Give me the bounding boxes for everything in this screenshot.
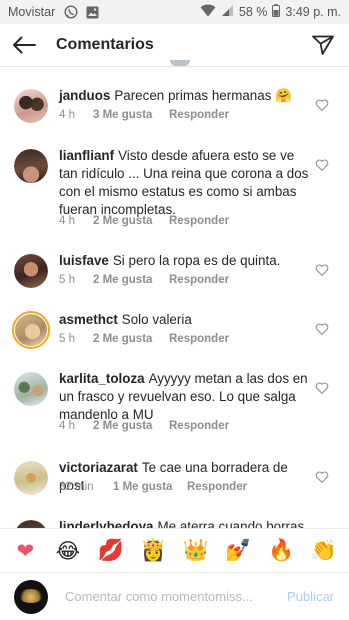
post-button[interactable]: Publicar xyxy=(287,589,334,604)
comment-username[interactable]: lianflianf xyxy=(59,148,114,163)
heart-emoji-button[interactable]: ❤ xyxy=(10,539,40,563)
princess-emoji-button[interactable]: 👸 xyxy=(138,538,168,563)
heart-icon[interactable] xyxy=(315,263,329,277)
comment-time: 32 min xyxy=(59,481,94,493)
gallery-icon xyxy=(84,5,100,19)
comment-text: Si pero la ropa es de quinta. xyxy=(112,253,281,268)
avatar[interactable] xyxy=(14,520,48,528)
comment-text: Me aterra cuando borras xyxy=(157,519,305,528)
quick-reactions-bar: ❤ 😂 💋 👸 👑 💅 🔥 👏 xyxy=(0,528,349,572)
heart-icon[interactable] xyxy=(315,381,329,395)
battery-icon xyxy=(272,4,281,20)
heart-icon[interactable] xyxy=(315,158,329,172)
kiss-emoji-button[interactable]: 💋 xyxy=(96,538,126,563)
likes-count[interactable]: 2 Me gusta xyxy=(93,333,165,345)
avatar[interactable] xyxy=(14,461,48,495)
comment-time: 4 h xyxy=(59,215,75,227)
comment-text: Parecen primas hermanas 🤗 xyxy=(114,88,292,103)
comment-time: 4 h xyxy=(59,109,75,121)
carrier-name: Movistar xyxy=(8,5,56,19)
avatar[interactable] xyxy=(14,254,48,288)
comment-username[interactable]: luisfave xyxy=(59,253,109,268)
whatsapp-icon xyxy=(63,5,79,19)
likes-count[interactable]: 2 Me gusta xyxy=(93,215,165,227)
comment-input[interactable]: Comentar como momentomiss... xyxy=(65,589,287,604)
comment-username[interactable]: janduos xyxy=(59,88,110,103)
avatar[interactable] xyxy=(14,89,48,123)
likes-count[interactable]: 2 Me gusta xyxy=(93,274,165,286)
avatar[interactable] xyxy=(14,149,48,183)
reply-button[interactable]: Responder xyxy=(187,481,247,493)
fire-emoji-button[interactable]: 🔥 xyxy=(266,538,296,563)
clap-emoji-button[interactable]: 👏 xyxy=(309,538,339,563)
status-bar: Movistar 58 % 3:49 p. m. xyxy=(0,0,349,24)
comment-username[interactable]: asmethct xyxy=(59,312,118,327)
heart-icon[interactable] xyxy=(315,322,329,336)
heart-icon[interactable] xyxy=(315,98,329,112)
avatar[interactable] xyxy=(14,372,48,406)
arrow-left-icon xyxy=(13,36,36,54)
comments-list[interactable]: janduos Parecen primas hermanas 🤗 4 h 3 M… xyxy=(0,68,349,528)
back-button[interactable] xyxy=(2,24,46,67)
nail-polish-emoji-button[interactable]: 💅 xyxy=(223,538,253,563)
page-title: Comentarios xyxy=(56,36,154,53)
my-avatar xyxy=(14,579,48,614)
wifi-icon xyxy=(200,4,216,20)
share-button[interactable] xyxy=(301,24,345,67)
comment-username[interactable]: linderlybedoya xyxy=(59,519,154,528)
avatar[interactable] xyxy=(12,311,50,349)
partial-avatar xyxy=(170,60,190,66)
likes-count[interactable]: 2 Me gusta xyxy=(93,420,165,432)
signal-icon xyxy=(221,4,234,20)
reply-button[interactable]: Responder xyxy=(169,109,229,121)
reply-button[interactable]: Responder xyxy=(169,420,229,432)
likes-count[interactable]: 3 Me gusta xyxy=(93,109,165,121)
comment-composer: Comentar como momentomiss... Publicar xyxy=(0,572,349,620)
laughing-emoji-button[interactable]: 😂 xyxy=(53,539,83,563)
reply-button[interactable]: Responder xyxy=(169,215,229,227)
comment-time: 5 h xyxy=(59,333,75,345)
clock: 3:49 p. m. xyxy=(285,5,341,19)
battery-percent: 58 % xyxy=(238,5,268,19)
heart-icon[interactable] xyxy=(315,470,329,484)
likes-count[interactable]: 1 Me gusta xyxy=(113,481,183,493)
comment-time: 4 h xyxy=(59,420,75,432)
comment-username[interactable]: victoriazarat xyxy=(59,460,138,475)
crown-emoji-button[interactable]: 👑 xyxy=(181,538,211,563)
send-icon xyxy=(312,35,334,55)
reply-button[interactable]: Responder xyxy=(169,333,229,345)
reply-button[interactable]: Responder xyxy=(169,274,229,286)
comment-text: Solo valeria xyxy=(121,312,192,327)
comment-username[interactable]: karlita_toloza xyxy=(59,371,145,386)
comment-time: 5 h xyxy=(59,274,75,286)
